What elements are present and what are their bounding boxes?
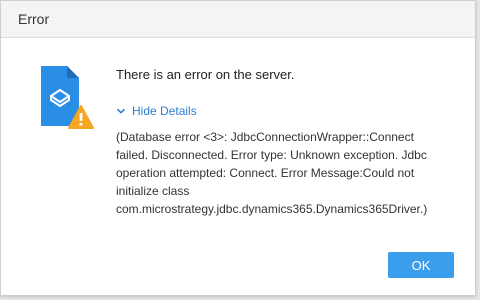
ok-button[interactable]: OK — [388, 252, 454, 278]
details-line: failed. Disconnected. Error type: Unknow… — [116, 148, 427, 162]
dialog-title: Error — [18, 11, 50, 27]
details-line: initialize class — [116, 184, 190, 198]
details-line: com.microstrategy.jdbc.dynamics365.Dynam… — [116, 202, 428, 216]
error-message: There is an error on the server. — [116, 67, 295, 82]
error-details: (Database error <3>: JdbcConnectionWrapp… — [116, 128, 446, 218]
details-line: (Database error <3>: JdbcConnectionWrapp… — [116, 130, 414, 144]
details-line: operation attempted: Connect. Error Mess… — [116, 166, 415, 180]
dialog-titlebar: Error — [1, 1, 475, 38]
warning-icon — [68, 105, 94, 129]
error-illustration — [37, 64, 94, 138]
chevron-down-icon — [116, 108, 126, 114]
hide-details-toggle[interactable]: Hide Details — [116, 103, 197, 119]
hide-details-label: Hide Details — [132, 104, 197, 118]
error-dialog: Error There is an error on the server. H… — [0, 0, 476, 296]
